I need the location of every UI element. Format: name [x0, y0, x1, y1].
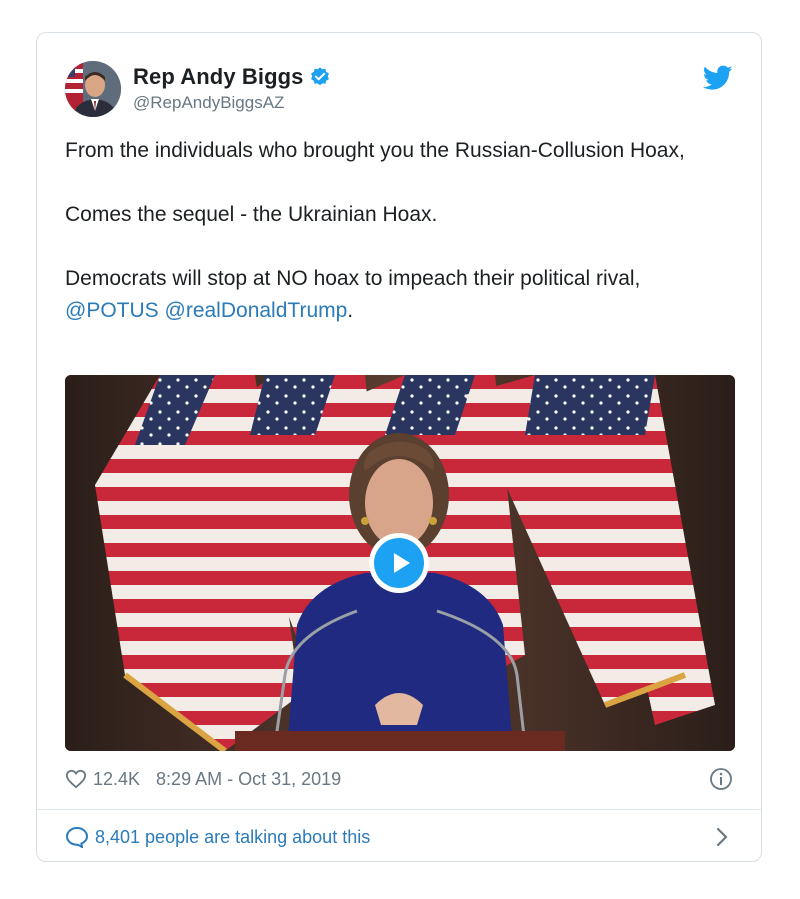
avatar[interactable] — [65, 61, 121, 117]
video-media[interactable] — [65, 375, 735, 751]
mention-realdonaldtrump[interactable]: @realDonaldTrump — [165, 299, 348, 322]
verified-badge-icon — [311, 67, 330, 86]
conversation-link[interactable]: 8,401 people are talking about this — [65, 823, 733, 851]
twitter-bird-icon[interactable] — [703, 65, 733, 91]
tweet-line-1: From the individuals who brought you the… — [65, 139, 685, 162]
speech-bubble-icon — [65, 826, 89, 848]
tweet-meta-row: 12.4K 8:29 AM - Oct 31, 2019 — [65, 765, 733, 793]
like-count[interactable]: 12.4K — [93, 769, 140, 790]
conversation-label[interactable]: 8,401 people are talking about this — [95, 827, 370, 848]
tweet-text: From the individuals who brought you the… — [65, 135, 725, 327]
podium — [235, 731, 565, 751]
avatar-photo-icon — [65, 61, 121, 117]
tweet-paragraph-3: Democrats will stop at NO hoax to impeac… — [65, 263, 725, 327]
info-icon[interactable] — [709, 767, 733, 791]
tweet-paragraph-1: From the individuals who brought you the… — [65, 135, 725, 167]
tweet-trailing-period: . — [347, 299, 354, 322]
author-handle[interactable]: @RepAndyBiggsAZ — [133, 93, 331, 113]
tweet-header: Rep Andy Biggs @RepAndyBiggsAZ — [65, 61, 733, 117]
tweet-card[interactable]: Rep Andy Biggs @RepAndyBiggsAZ From the … — [36, 32, 762, 862]
author-display-name[interactable]: Rep Andy Biggs — [133, 64, 303, 90]
tweet-line-3: Democrats will stop at NO hoax to impeac… — [65, 267, 641, 290]
display-name-row: Rep Andy Biggs — [133, 63, 331, 91]
tweet-line-2: Comes the sequel - the Ukrainian Hoax. — [65, 203, 438, 226]
author-names: Rep Andy Biggs @RepAndyBiggsAZ — [133, 63, 331, 113]
play-button[interactable] — [369, 533, 429, 593]
heart-icon[interactable] — [65, 769, 87, 789]
tweet-timestamp[interactable]: 8:29 AM - Oct 31, 2019 — [156, 769, 341, 790]
tweet-paragraph-2: Comes the sequel - the Ukrainian Hoax. — [65, 199, 725, 231]
play-icon — [374, 538, 424, 588]
divider — [37, 809, 761, 810]
mention-potus[interactable]: @POTUS — [65, 299, 159, 322]
chevron-right-icon[interactable] — [715, 827, 729, 847]
